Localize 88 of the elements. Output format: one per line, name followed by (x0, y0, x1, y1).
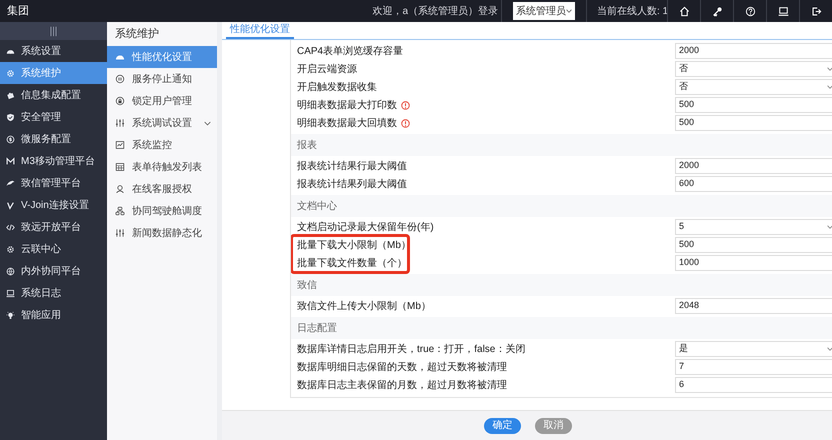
sidebar-item[interactable]: 系统日志 (0, 282, 107, 304)
field-label: 文档启动记录最大保留年份(年) (297, 220, 434, 234)
input-field[interactable]: 1000 (675, 255, 832, 271)
logout-icon[interactable] (810, 6, 822, 16)
chevron-down-icon (566, 9, 572, 13)
select-field[interactable]: 否 (675, 61, 832, 77)
input-field[interactable]: 2000 (675, 43, 832, 59)
input-field[interactable]: 500 (675, 97, 832, 113)
select-field[interactable]: 否 (675, 79, 832, 95)
field-label: 明细表数据最大回填数 (297, 116, 397, 130)
online-count: 当前在线人数: 1 (596, 4, 667, 18)
chevron-down-icon (204, 120, 211, 126)
shield-icon (6, 112, 15, 122)
section-heading: 报表 (297, 138, 317, 152)
gear-icon (6, 244, 15, 254)
field-label: 批量下载文件数量（个） (297, 256, 407, 270)
help-icon[interactable] (744, 6, 756, 16)
brand-title: 集团 (6, 4, 29, 19)
field-label: 明细表数据最大打印数 (297, 98, 397, 112)
nav-item[interactable]: 协同驾驶舱调度 (107, 200, 217, 222)
home-icon[interactable] (678, 6, 690, 16)
field-label: 数据库日志主表保留的月数，超过月数将被清理 (297, 378, 507, 392)
sidebar-item[interactable]: 安全管理 (0, 106, 107, 128)
input-field[interactable]: 6 (675, 377, 832, 393)
key-icon[interactable] (712, 6, 722, 16)
chevron-down-icon (827, 67, 832, 71)
nav-item[interactable]: 系统监控 (107, 134, 217, 156)
welcome-text: 欢迎，a（系统管理员）登录 (372, 4, 498, 18)
chevron-down-icon (827, 85, 832, 89)
sidebar-toggle[interactable]: ||| (0, 22, 107, 40)
sidebar-item[interactable]: 云联中心 (0, 238, 107, 260)
input-field[interactable]: 2000 (675, 158, 832, 174)
field-label: 报表统计结果列最大阈值 (297, 178, 407, 192)
sidebar-item[interactable]: 致信管理平台 (0, 172, 107, 194)
v-letter-icon (6, 200, 15, 210)
confirm-button[interactable]: 确定 (484, 418, 521, 434)
input-field[interactable]: 7 (675, 359, 832, 375)
sidebar-item[interactable]: 信息集成配置 (0, 84, 107, 106)
field-label: 数据库详情日志启用开关，true：打开，false：关闭 (297, 342, 526, 356)
gear-icon (6, 68, 15, 78)
chart-icon (115, 140, 125, 150)
chevron-down-icon (827, 347, 832, 351)
nav-item[interactable]: 系统调试设置 (107, 112, 217, 134)
sidebar-item[interactable]: 微服务配置 (0, 128, 107, 150)
input-field[interactable]: 500 (675, 237, 832, 253)
field-label: CAP4表单浏览缓存容量 (297, 44, 404, 58)
input-field[interactable]: 2048 (675, 298, 832, 314)
field-label: 数据库明细日志保留的天数，超过天数将被清理 (297, 360, 507, 374)
sliders-icon (115, 228, 125, 238)
input-field[interactable]: 600 (675, 176, 832, 192)
light-bulb-icon (6, 310, 15, 320)
monitor-icon[interactable] (778, 6, 788, 16)
link-icon (115, 206, 125, 216)
lock-icon (115, 96, 125, 106)
section-heading: 日志配置 (297, 322, 337, 336)
nav-item[interactable]: 表单待触发列表 (107, 156, 217, 178)
field-label: 开启云端资源 (297, 62, 357, 76)
globe-icon (6, 266, 15, 276)
sidebar-item[interactable]: 系统设置 (0, 40, 107, 62)
input-field[interactable]: 500 (675, 115, 832, 131)
sidebar-item[interactable]: V-Join连接设置 (0, 194, 107, 216)
table-icon (115, 162, 125, 172)
sliders-icon (115, 118, 125, 128)
person-icon (115, 184, 125, 194)
m-letter-icon (6, 156, 15, 166)
sidebar-item[interactable]: 致远开放平台 (0, 216, 107, 238)
select-field[interactable]: 是 (675, 341, 832, 357)
role-select[interactable]: 系统管理员 (513, 2, 575, 20)
sidebar-item[interactable]: 智能应用 (0, 304, 107, 326)
monitor-icon (6, 288, 15, 298)
nav-item[interactable]: 在线客服授权 (107, 178, 217, 200)
field-label: 致信文件上传大小限制（Mb） (297, 300, 431, 314)
nav-item[interactable]: 锁定用户管理 (107, 90, 217, 112)
pause-icon (115, 74, 125, 84)
sidebar-item[interactable]: 内外协同平台 (0, 260, 107, 282)
field-label: 批量下载大小限制（Mb） (297, 238, 411, 252)
code-icon (6, 222, 15, 232)
section-title: 系统维护 (114, 26, 160, 42)
sidebar-item[interactable]: M3移动管理平台 (0, 150, 107, 172)
field-label: 报表统计结果行最大阈值 (297, 160, 407, 174)
section-heading: 文档中心 (297, 200, 337, 214)
coin-icon (6, 134, 15, 144)
select-field[interactable]: 5 (675, 219, 832, 235)
chevron-down-icon (827, 225, 832, 229)
nav-item[interactable]: 新闻数据静态化 (107, 222, 217, 244)
nav-item[interactable]: 服务停止通知 (107, 68, 217, 90)
section-heading: 致信 (297, 278, 317, 292)
field-label: 开启触发数据收集 (297, 80, 377, 94)
